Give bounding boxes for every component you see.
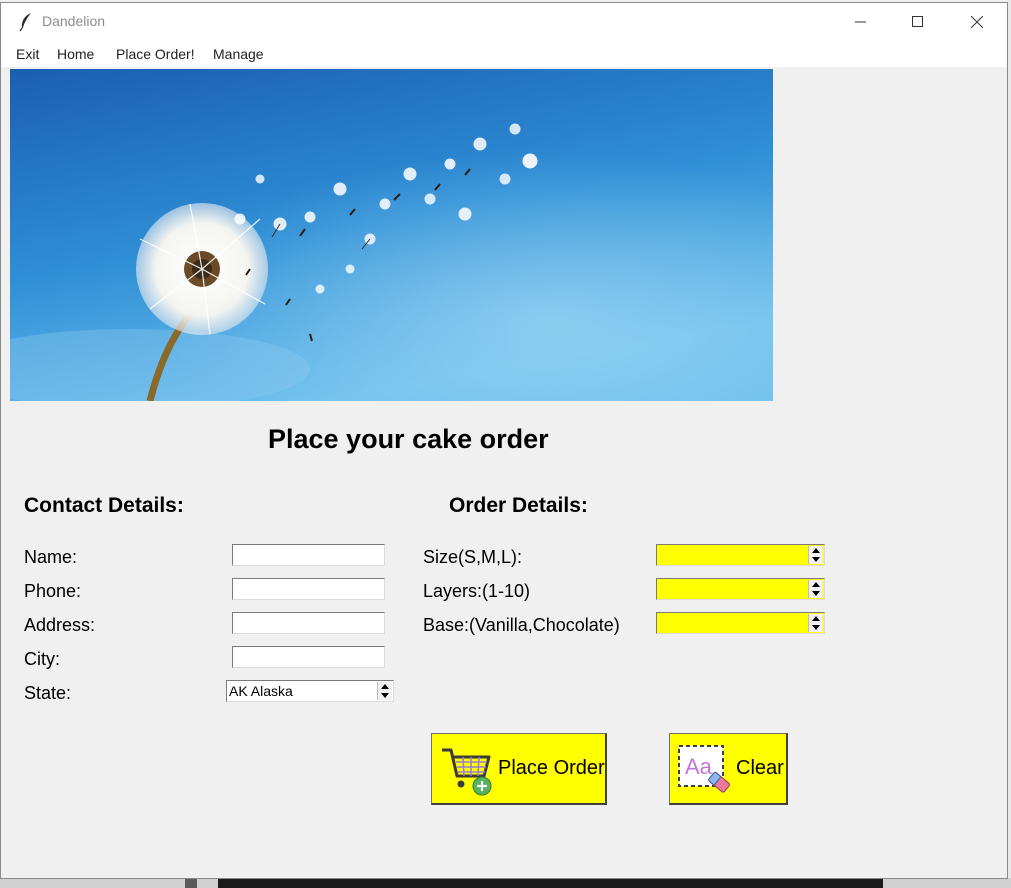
state-label: State: — [24, 683, 72, 703]
page-title: Place your cake order — [268, 424, 549, 454]
place-order-button[interactable]: Place Order — [431, 733, 607, 805]
menu-bar: Exit Home Place Order! Manage — [1, 41, 1007, 67]
order-details-heading: Order Details: — [449, 494, 588, 517]
spin-up-icon[interactable] — [381, 684, 389, 689]
layers-spin-arrows[interactable] — [808, 580, 823, 598]
state-value: AK Alaska — [229, 683, 293, 699]
layers-spinbox[interactable] — [656, 578, 825, 600]
minimize-button[interactable] — [838, 3, 884, 41]
menu-home[interactable]: Home — [57, 46, 94, 62]
close-icon — [971, 16, 983, 28]
base-spinbox[interactable] — [656, 612, 825, 634]
clear-button[interactable]: Aa Clear — [669, 733, 788, 805]
dandelion-banner-image — [10, 69, 773, 401]
state-spin-arrows[interactable] — [377, 682, 392, 700]
svg-text:Aa: Aa — [685, 754, 713, 779]
base-spin-arrows[interactable] — [808, 614, 823, 632]
feather-icon — [19, 13, 31, 32]
name-field[interactable] — [232, 544, 385, 566]
close-button[interactable] — [954, 3, 1000, 41]
shopping-cart-add-icon — [442, 748, 492, 795]
spin-up-icon[interactable] — [812, 616, 820, 621]
app-window: Dandelion Exit Home Place Order! Manage — [0, 2, 1008, 879]
phone-field[interactable] — [232, 578, 385, 600]
place-order-label: Place Order — [498, 757, 605, 779]
contact-details-heading: Contact Details: — [24, 494, 184, 517]
window-title: Dandelion — [42, 13, 106, 29]
spin-down-icon[interactable] — [812, 557, 820, 562]
city-label: City: — [24, 649, 60, 669]
minimize-icon — [855, 21, 866, 23]
background-bottom-dark — [218, 878, 883, 888]
base-label: Base:(Vanilla,Chocolate) — [423, 615, 620, 635]
spin-down-icon[interactable] — [812, 625, 820, 630]
size-spinbox[interactable] — [656, 544, 825, 566]
spin-down-icon[interactable] — [812, 591, 820, 596]
city-field[interactable] — [232, 646, 385, 668]
menu-manage[interactable]: Manage — [213, 46, 264, 62]
size-label: Size(S,M,L): — [423, 547, 523, 567]
name-label: Name: — [24, 547, 78, 567]
menu-exit[interactable]: Exit — [16, 46, 39, 62]
clear-label: Clear — [736, 757, 784, 779]
size-spin-arrows[interactable] — [808, 546, 823, 564]
spin-up-icon[interactable] — [812, 582, 820, 587]
spin-down-icon[interactable] — [381, 693, 389, 698]
menu-place-order[interactable]: Place Order! — [116, 46, 195, 62]
maximize-icon — [912, 16, 923, 27]
clear-format-eraser-icon: Aa — [678, 744, 730, 793]
maximize-button[interactable] — [895, 3, 941, 41]
background-bottom-mid — [185, 878, 197, 888]
address-field[interactable] — [232, 612, 385, 634]
state-spinbox[interactable]: AK Alaska — [226, 680, 394, 702]
spin-up-icon[interactable] — [812, 548, 820, 553]
layers-label: Layers:(1-10) — [423, 581, 531, 601]
phone-label: Phone: — [24, 581, 82, 601]
title-bar[interactable]: Dandelion — [1, 3, 1007, 41]
address-label: Address: — [24, 615, 96, 635]
